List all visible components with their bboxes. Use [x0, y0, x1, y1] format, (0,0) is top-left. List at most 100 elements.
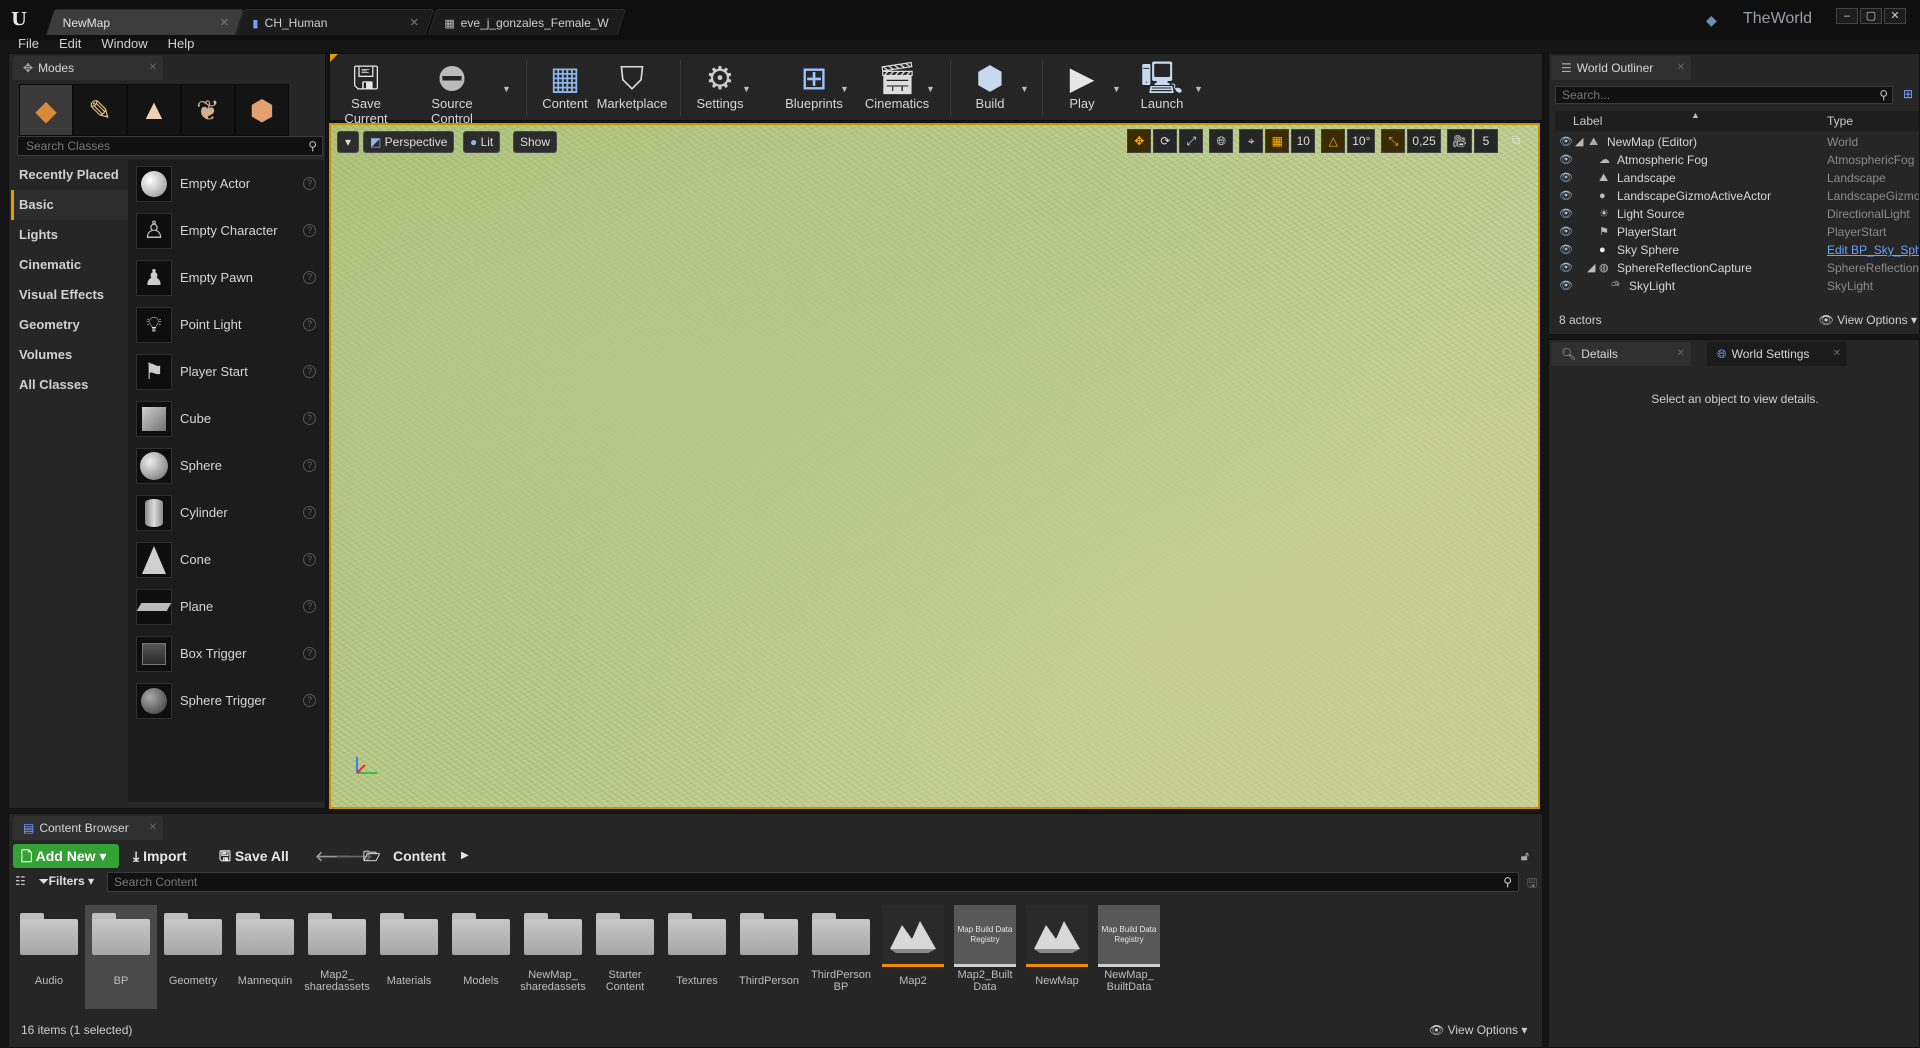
outliner-row[interactable]: 👁︎ ● Sky Sphere Edit BP_Sky_Sphe	[1555, 241, 1919, 259]
maximize-viewport-icon[interactable]: ⧉	[1504, 129, 1528, 153]
menu-file[interactable]: File	[8, 33, 49, 53]
placeable-empty-character[interactable]: ♙ Empty Character ?	[128, 207, 324, 254]
edit-blueprint-link[interactable]: Edit BP_Sky_Sphe	[1827, 241, 1919, 259]
placeable-sphere-trigger[interactable]: Sphere Trigger ?	[128, 677, 324, 724]
menu-help[interactable]: Help	[158, 33, 205, 53]
eye-icon[interactable]: 👁︎	[1559, 169, 1573, 187]
placeable-empty-pawn[interactable]: ♟ Empty Pawn ?	[128, 254, 324, 301]
scale-icon[interactable]: ⤢	[1179, 129, 1204, 153]
asset-folder-models[interactable]: Models	[445, 905, 517, 1009]
close-icon[interactable]: ✕	[149, 816, 157, 840]
cinematics-button[interactable]: 🎬︎ Cinematics	[860, 58, 934, 118]
import-button[interactable]: ⤓ Import	[133, 844, 187, 868]
chevron-down-icon[interactable]: ▼	[1020, 84, 1029, 94]
placeable-sphere[interactable]: Sphere ?	[128, 442, 324, 489]
close-icon[interactable]: ✕	[1677, 56, 1685, 80]
tab-world-outliner[interactable]: ☰ World Outliner ✕	[1551, 56, 1691, 80]
save-current-button[interactable]: 🖫︎ Save Current	[334, 58, 398, 126]
column-type[interactable]: Type	[1827, 111, 1853, 131]
content-button[interactable]: ▦ Content	[538, 58, 592, 118]
scale-snap-icon[interactable]: ⤡	[1381, 129, 1406, 153]
filters-button[interactable]: ⏷Filters ▾	[39, 874, 94, 889]
tab-modes[interactable]: ✥ Modes ✕	[13, 56, 163, 80]
save-search-icon[interactable]: 🖫︎	[1527, 874, 1537, 895]
eye-icon[interactable]: 👁︎	[1559, 277, 1573, 295]
lock-icon[interactable]: 🔓︎	[1521, 844, 1529, 868]
asset-folder-newmap-sharedassets[interactable]: NewMap_ sharedassets	[517, 905, 589, 1009]
placeable-cone[interactable]: Cone ?	[128, 536, 324, 583]
search-classes-input[interactable]: Search Classes ⚲	[17, 136, 323, 156]
menu-window[interactable]: Window	[91, 33, 157, 53]
help-icon[interactable]: ?	[303, 224, 316, 237]
asset-folder-bp[interactable]: BP	[85, 905, 157, 1009]
chevron-down-icon[interactable]: ▼	[1194, 84, 1203, 94]
eye-icon[interactable]: 👁︎	[1559, 223, 1573, 241]
path-chevron-right-icon[interactable]: ▶	[461, 844, 469, 868]
placeable-box-trigger[interactable]: Box Trigger ?	[128, 630, 324, 677]
asset-folder-map2-sharedassets[interactable]: Map2_ sharedassets	[301, 905, 373, 1009]
help-icon[interactable]: ?	[303, 271, 316, 284]
play-button[interactable]: ▶ Play	[1052, 58, 1112, 118]
help-icon[interactable]: ?	[303, 177, 316, 190]
chevron-down-icon[interactable]: ▼	[926, 84, 935, 94]
help-icon[interactable]: ?	[303, 694, 316, 707]
tab-newmap[interactable]: NewMap ✕	[45, 9, 245, 35]
category-all-classes[interactable]: All Classes	[11, 370, 131, 400]
placeable-cylinder[interactable]: Cylinder ?	[128, 489, 324, 536]
category-geometry[interactable]: Geometry	[11, 310, 131, 340]
asset-folder-textures[interactable]: Textures	[661, 905, 733, 1009]
placeable-player-start[interactable]: ⚑ Player Start ?	[128, 348, 324, 395]
perspective-button[interactable]: ◩ Perspective	[363, 131, 455, 153]
save-all-button[interactable]: 🖫︎ Save All	[219, 844, 289, 868]
eye-icon[interactable]: 👁︎	[1559, 241, 1573, 259]
outliner-row[interactable]: 👁︎ ⛰ Landscape Landscape	[1555, 169, 1919, 187]
asset-folder-materials[interactable]: Materials	[373, 905, 445, 1009]
help-icon[interactable]: ?	[303, 365, 316, 378]
source-control-button[interactable]: ⛔︎ Source Control	[410, 58, 494, 126]
path-content[interactable]: Content	[393, 844, 446, 868]
minimize-icon[interactable]: –	[1836, 8, 1858, 24]
place-mode-icon[interactable]: ◆	[19, 84, 73, 136]
surface-snap-icon[interactable]: ⌖	[1239, 129, 1264, 153]
geometry-mode-icon[interactable]: ⬢	[235, 84, 289, 136]
add-new-button[interactable]: 🗋︎ Add New ▾	[13, 844, 119, 868]
maximize-icon[interactable]: ▢	[1860, 8, 1882, 24]
outliner-row[interactable]: 👁︎ ◢ ⛰ NewMap (Editor) World	[1555, 133, 1919, 151]
outliner-row[interactable]: 👁︎ ◢ ◍ SphereReflectionCapture SphereRef…	[1555, 259, 1919, 277]
chevron-down-icon[interactable]: ▼	[840, 84, 849, 94]
asset-folder-geometry[interactable]: Geometry	[157, 905, 229, 1009]
close-window-icon[interactable]: ✕	[1884, 8, 1906, 24]
view-options-button[interactable]: 👁︎ View Options ▾	[1819, 309, 1917, 331]
rotate-icon[interactable]: ⟳	[1153, 129, 1178, 153]
close-icon[interactable]: ✕	[1833, 342, 1841, 366]
outliner-row[interactable]: 👁︎ ⛅︎ SkyLight SkyLight	[1555, 277, 1919, 295]
eye-icon[interactable]: 👁︎	[1559, 259, 1573, 277]
rotation-snap-icon[interactable]: △	[1321, 129, 1346, 153]
eye-icon[interactable]: 👁︎	[1559, 151, 1573, 169]
asset-folder-thirdperson-bp[interactable]: ThirdPerson BP	[805, 905, 877, 1009]
help-icon[interactable]: ?	[303, 318, 316, 331]
close-icon[interactable]: ✕	[1677, 342, 1685, 366]
translate-icon[interactable]: ✥	[1127, 129, 1152, 153]
landscape-mode-icon[interactable]: ▲	[127, 84, 181, 136]
category-volumes[interactable]: Volumes	[11, 340, 131, 370]
eye-icon[interactable]: 👁︎	[1559, 205, 1573, 223]
grid-snap-icon[interactable]: ▦	[1265, 129, 1290, 153]
tab-content-browser[interactable]: ▤ Content Browser ✕	[13, 816, 163, 840]
category-recently-placed[interactable]: Recently Placed	[11, 160, 131, 190]
asset-map-map2[interactable]: Map2	[877, 905, 949, 1009]
viewport-options-chevron-icon[interactable]: ▾	[337, 131, 359, 153]
expand-arrow-icon[interactable]: ◢	[1575, 133, 1583, 151]
placeable-plane[interactable]: Plane ?	[128, 583, 324, 630]
category-visual-effects[interactable]: Visual Effects	[11, 280, 131, 310]
settings-button[interactable]: ⚙ Settings	[690, 58, 750, 118]
sources-panel-icon[interactable]: ☷	[15, 874, 26, 888]
category-cinematic[interactable]: Cinematic	[11, 250, 131, 280]
view-options-button[interactable]: 👁︎ View Options ▾	[1429, 1023, 1527, 1037]
outliner-row[interactable]: 👁︎ ☁︎ Atmospheric Fog AtmosphericFog	[1555, 151, 1919, 169]
unreal-logo-icon[interactable]: U	[7, 8, 31, 32]
expand-arrow-icon[interactable]: ◢	[1587, 259, 1595, 277]
lit-button[interactable]: ● Lit	[463, 131, 501, 153]
world-space-icon[interactable]: 🌐︎	[1209, 129, 1234, 153]
rotation-snap-value[interactable]: 10°	[1347, 129, 1376, 153]
